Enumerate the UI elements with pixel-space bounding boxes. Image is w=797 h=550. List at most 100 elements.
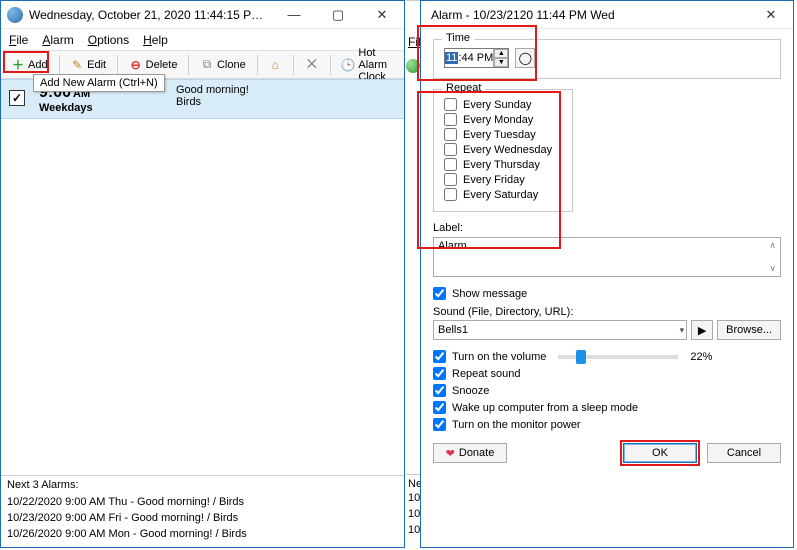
clone-label: Clone <box>217 59 246 71</box>
dialog-body: Time 11:44 PM ▲ ▼ ◯ Repeat Every SundayE… <box>421 29 793 473</box>
delete-icon: ⊖ <box>129 58 143 72</box>
sound-combo[interactable]: Bells1 ▾ <box>433 320 687 340</box>
label-value: Alarm <box>438 240 467 274</box>
minimize-button[interactable]: — <box>272 1 316 28</box>
label-textarea[interactable]: Alarm ∧∨ <box>433 237 781 277</box>
spin-down-icon[interactable]: ▼ <box>494 58 508 67</box>
menu-options[interactable]: Options <box>88 33 129 47</box>
toolbar-sep <box>59 55 60 75</box>
hot-label: Hot Alarm Clock <box>358 47 394 83</box>
repeat-day-label: Every Monday <box>463 114 533 126</box>
close-alarm-button[interactable]: ⨉ <box>299 56 325 74</box>
close-icon: ⨉ <box>305 58 319 72</box>
slider-thumb[interactable] <box>576 350 586 364</box>
chevron-down-icon: ▾ <box>680 325 685 336</box>
monitor-check[interactable]: Turn on the monitor power <box>433 418 781 431</box>
repeat-sound-checkbox[interactable] <box>433 367 446 380</box>
turn-volume-checkbox[interactable] <box>433 350 446 363</box>
alarm-dialog: Alarm - 10/23/2120 11:44 PM Wed ✕ Time 1… <box>420 0 794 548</box>
monitor-label: Turn on the monitor power <box>452 419 581 431</box>
maximize-button[interactable]: ▢ <box>316 1 360 28</box>
time-hour-selected[interactable]: 11 <box>445 52 458 64</box>
delete-button[interactable]: ⊖ Delete <box>123 56 184 74</box>
main-title: Wednesday, October 21, 2020 11:44:15 PM … <box>29 8 272 22</box>
bg-menu-fragment: Fil <box>406 29 420 55</box>
dialog-titlebar: Alarm - 10/23/2120 11:44 PM Wed ✕ <box>421 1 793 29</box>
repeat-day-label: Every Friday <box>463 174 525 186</box>
repeat-sound-label: Repeat sound <box>452 368 521 380</box>
repeat-day-check[interactable]: Every Monday <box>444 113 562 126</box>
donate-label: Donate <box>459 447 494 459</box>
repeat-group: Repeat Every SundayEvery MondayEvery Tue… <box>433 89 573 212</box>
bg-add-icon <box>406 59 420 73</box>
menu-alarm[interactable]: Alarm <box>42 33 73 47</box>
repeat-day-checkbox[interactable] <box>444 173 457 186</box>
heart-icon: ❤ <box>446 447 455 460</box>
repeat-day-check[interactable]: Every Wednesday <box>444 143 562 156</box>
show-message-check[interactable]: Show message <box>433 287 781 300</box>
repeat-day-label: Every Tuesday <box>463 129 536 141</box>
textarea-scroll[interactable]: ∧∨ <box>769 240 776 274</box>
monitor-checkbox[interactable] <box>433 418 446 431</box>
show-message-checkbox[interactable] <box>433 287 446 300</box>
add-button[interactable]: ＋ Add <box>5 56 54 74</box>
repeat-day-check[interactable]: Every Saturday <box>444 188 562 201</box>
edit-button[interactable]: ✎ Edit <box>64 56 112 74</box>
play-sound-button[interactable]: ▶ <box>691 320 713 340</box>
repeat-sound-check[interactable]: Repeat sound <box>433 367 781 380</box>
alarm-sound: Birds <box>176 96 396 108</box>
toolbar-sep <box>293 55 294 75</box>
background-window-fragment: Fil <box>406 0 420 548</box>
repeat-day-check[interactable]: Every Friday <box>444 173 562 186</box>
repeat-day-check[interactable]: Every Tuesday <box>444 128 562 141</box>
repeat-day-label: Every Sunday <box>463 99 531 111</box>
clone-button[interactable]: ⧉ Clone <box>194 56 252 74</box>
add-label: Add <box>28 59 48 71</box>
clone-icon: ⧉ <box>200 58 214 72</box>
repeat-day-checkbox[interactable] <box>444 143 457 156</box>
repeat-day-checkbox[interactable] <box>444 128 457 141</box>
donate-button[interactable]: ❤ Donate <box>433 443 507 463</box>
dialog-close-button[interactable]: ✕ <box>749 1 793 28</box>
repeat-day-label: Every Saturday <box>463 189 538 201</box>
repeat-day-checkbox[interactable] <box>444 98 457 111</box>
menu-file[interactable]: File <box>9 33 28 47</box>
alarm-checkbox[interactable]: ✓ <box>9 90 25 106</box>
close-button[interactable]: ✕ <box>360 1 404 28</box>
repeat-day-label: Every Thursday <box>463 159 540 171</box>
time-group: Time 11:44 PM ▲ ▼ ◯ <box>433 39 781 79</box>
time-rest: :44 PM <box>458 52 493 64</box>
toolbar-sep <box>117 55 118 75</box>
time-input[interactable]: 11:44 PM ▲ ▼ <box>444 48 509 68</box>
now-button[interactable]: ◯ <box>515 48 535 68</box>
wake-label: Wake up computer from a sleep mode <box>452 402 638 414</box>
cancel-button[interactable]: Cancel <box>707 443 781 463</box>
snooze-checkbox[interactable] <box>433 384 446 397</box>
next-alarm-item: 10/26/2020 9:00 AM Mon - Good morning! /… <box>7 526 398 542</box>
repeat-day-checkbox[interactable] <box>444 113 457 126</box>
ok-button[interactable]: OK <box>623 443 697 463</box>
repeat-day-checkbox[interactable] <box>444 158 457 171</box>
wake-checkbox[interactable] <box>433 401 446 414</box>
show-message-label: Show message <box>452 288 527 300</box>
home-icon: ⌂ <box>268 58 282 72</box>
repeat-day-check[interactable]: Every Thursday <box>444 158 562 171</box>
spin-up-icon[interactable]: ▲ <box>494 49 508 58</box>
clock-icon: 🕒 <box>341 58 355 72</box>
edit-label: Edit <box>87 59 106 71</box>
menu-help[interactable]: Help <box>143 33 168 47</box>
browse-button[interactable]: Browse... <box>717 320 781 340</box>
add-icon: ＋ <box>11 58 25 72</box>
snooze-check[interactable]: Snooze <box>433 384 781 397</box>
repeat-day-checkbox[interactable] <box>444 188 457 201</box>
snooze-label: Snooze <box>452 385 489 397</box>
volume-slider[interactable] <box>558 355 678 359</box>
repeat-day-check[interactable]: Every Sunday <box>444 98 562 111</box>
turn-volume-check[interactable]: Turn on the volume <box>433 350 546 363</box>
time-spinner[interactable]: ▲ ▼ <box>493 49 508 67</box>
app-icon <box>7 7 23 23</box>
time-group-label: Time <box>442 32 474 44</box>
sound-value: Bells1 <box>438 324 468 336</box>
home-button[interactable]: ⌂ <box>262 56 288 74</box>
wake-check[interactable]: Wake up computer from a sleep mode <box>433 401 781 414</box>
